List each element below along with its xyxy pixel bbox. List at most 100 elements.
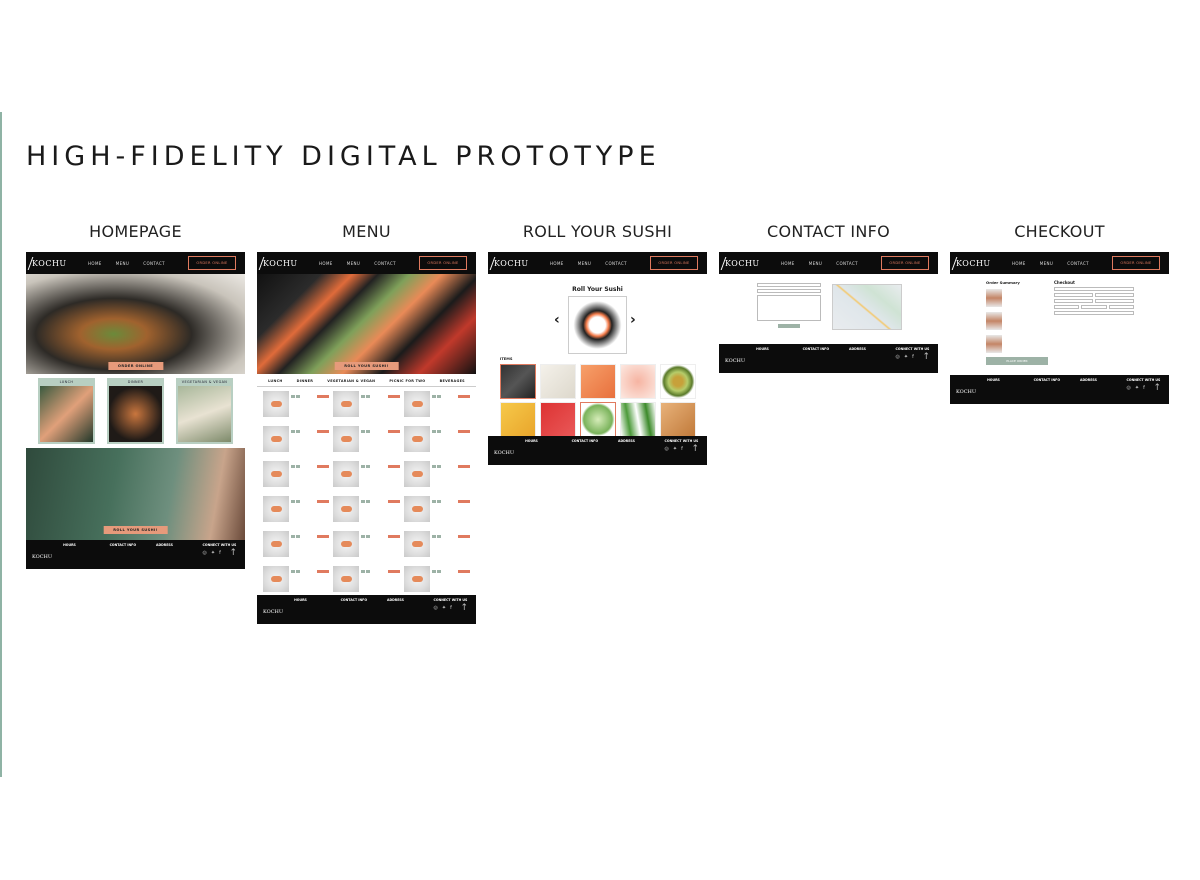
twitter-icon[interactable]: ✦ [1135,385,1139,391]
checkout-field[interactable] [1054,293,1093,297]
ingredient-shrimp[interactable] [620,364,656,399]
submit-button[interactable] [778,324,800,328]
category-lunch[interactable]: LUNCH [38,378,95,444]
order-online-button[interactable]: ORDER ONLINE [650,256,698,270]
accent-rule [0,112,2,777]
facebook-icon[interactable]: f [1143,385,1145,391]
order-summary-title: Order Summary [986,280,1020,285]
twitter-icon[interactable]: ✦ [211,550,215,556]
nav-link-home[interactable]: HOME [88,261,102,266]
tab-beverages[interactable]: BEVERAGES [440,379,465,383]
nav-link-contact[interactable]: CONTACT [1067,261,1089,266]
facebook-icon[interactable]: f [219,550,221,556]
name-field[interactable] [757,283,821,287]
ingredient-salmon[interactable] [580,364,616,399]
facebook-icon[interactable]: f [681,446,683,452]
footer-address: ADDRESS [849,347,866,351]
menu-item[interactable] [403,426,470,458]
back-to-top-icon[interactable]: ↑ [460,603,468,613]
twitter-icon[interactable]: ✦ [904,354,908,360]
instagram-icon[interactable]: ◎ [665,446,669,452]
nav-link-menu[interactable]: MENU [578,261,592,266]
order-online-button[interactable]: ORDER ONLINE [1112,256,1160,270]
menu-item[interactable] [333,391,400,423]
nav-link-menu[interactable]: MENU [347,261,361,266]
menu-item[interactable] [333,461,400,493]
menu-item[interactable] [403,391,470,423]
tab-dinner[interactable]: DINNER [297,379,313,383]
nav-link-home[interactable]: HOME [319,261,333,266]
nav-link-contact[interactable]: CONTACT [836,261,858,266]
twitter-icon[interactable]: ✦ [442,605,446,611]
checkout-field[interactable] [1054,305,1080,309]
ingredient-nori[interactable] [500,364,536,399]
menu-item[interactable] [263,426,330,458]
menu-item[interactable] [333,426,400,458]
facebook-icon[interactable]: f [450,605,452,611]
menu-item[interactable] [333,566,400,598]
checkout-field[interactable] [1054,311,1134,315]
chevron-right-icon[interactable]: › [630,312,636,328]
order-online-button[interactable]: ORDER ONLINE [188,256,236,270]
ingredient-tuna[interactable] [540,402,576,437]
nav-link-home[interactable]: HOME [550,261,564,266]
menu-item[interactable] [263,566,330,598]
tab-vegetarian[interactable]: VEGETARIAN & VEGAN [327,379,375,383]
twitter-icon[interactable]: ✦ [673,446,677,452]
menu-item[interactable] [333,531,400,563]
ingredient-scallion[interactable] [620,402,656,437]
message-field[interactable] [757,295,821,321]
menu-item[interactable] [403,531,470,563]
instagram-icon[interactable]: ◎ [896,354,900,360]
email-field[interactable] [757,289,821,293]
menu-item[interactable] [263,461,330,493]
menu-item[interactable] [403,566,470,598]
menu-item[interactable] [263,391,330,423]
ingredient-cucumber[interactable] [580,402,616,437]
nav-link-home[interactable]: HOME [1012,261,1026,266]
menu-item[interactable] [333,496,400,528]
tab-picnic[interactable]: PICNIC FOR TWO [389,379,425,383]
checkout-field[interactable] [1054,299,1093,303]
category-vegetarian[interactable]: VEGETARIAN & VEGAN [176,378,233,444]
category-dinner[interactable]: DINNER [107,378,164,444]
back-to-top-icon[interactable]: ↑ [1153,383,1161,393]
checkout-field[interactable] [1095,299,1134,303]
ingredient-rice[interactable] [540,364,576,399]
nav-link-contact[interactable]: CONTACT [374,261,396,266]
instagram-icon[interactable]: ◎ [1127,385,1131,391]
menu-item[interactable] [263,496,330,528]
menu-item[interactable] [263,531,330,563]
instagram-icon[interactable]: ◎ [434,605,438,611]
place-order-button[interactable]: PLACE ORDER [986,357,1048,365]
instagram-icon[interactable]: ◎ [203,550,207,556]
nav-link-home[interactable]: HOME [781,261,795,266]
checkout-field[interactable] [1108,305,1134,309]
menu-item[interactable] [403,461,470,493]
chevron-left-icon[interactable]: ‹ [554,312,560,328]
brand-logo: KOCHU [494,259,550,268]
nav-link-menu[interactable]: MENU [809,261,823,266]
back-to-top-icon[interactable]: ↑ [691,444,699,454]
ingredient-tempura[interactable] [500,402,536,437]
menu-roll-button[interactable]: ROLL YOUR SUSHI! [334,362,399,370]
hero-order-button[interactable]: ORDER ONLINE [107,362,164,370]
order-online-button[interactable]: ORDER ONLINE [419,256,467,270]
checkout-field[interactable] [1054,287,1134,291]
back-to-top-icon[interactable]: ↑ [229,548,237,558]
menu-item[interactable] [403,496,470,528]
tab-lunch[interactable]: LUNCH [268,379,282,383]
nav-link-contact[interactable]: CONTACT [605,261,627,266]
checkout-field[interactable] [1095,293,1134,297]
ingredient-avocado[interactable] [660,364,696,399]
roll-sushi-button[interactable]: ROLL YOUR SUSHI! [103,526,168,534]
nav-link-contact[interactable]: CONTACT [143,261,165,266]
facebook-icon[interactable]: f [912,354,914,360]
back-to-top-icon[interactable]: ↑ [922,352,930,362]
ingredient-eel[interactable] [660,402,696,437]
nav-link-menu[interactable]: MENU [116,261,130,266]
nav-link-menu[interactable]: MENU [1040,261,1054,266]
location-map[interactable] [832,284,902,330]
checkout-field[interactable] [1081,305,1107,309]
order-online-button[interactable]: ORDER ONLINE [881,256,929,270]
